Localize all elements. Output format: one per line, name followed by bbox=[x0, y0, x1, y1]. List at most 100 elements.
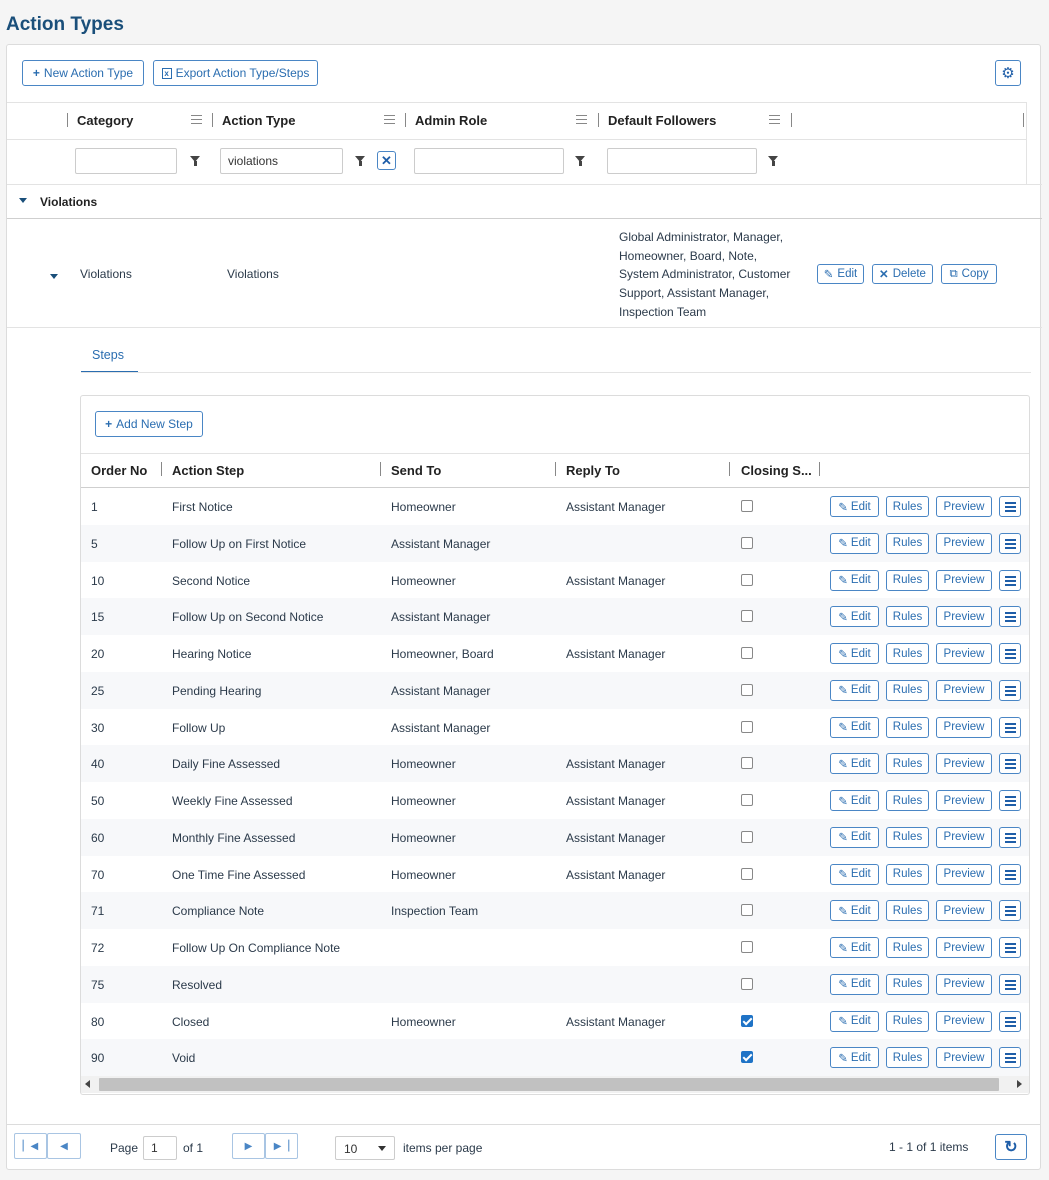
group-collapse-icon[interactable] bbox=[19, 198, 27, 203]
step-edit-button[interactable]: ✎ Edit bbox=[830, 643, 879, 664]
closing-step-checkbox[interactable] bbox=[741, 1051, 753, 1064]
step-rules-button[interactable]: Rules bbox=[886, 1010, 929, 1032]
closing-step-checkbox[interactable] bbox=[741, 757, 753, 770]
step-edit-button[interactable]: ✎ Edit bbox=[830, 937, 879, 958]
table-row[interactable]: 20 Hearing Notice Homeowner, Board Assistan… bbox=[81, 635, 1029, 672]
step-menu-button[interactable] bbox=[999, 826, 1021, 848]
step-rules-button[interactable]: Rules bbox=[886, 606, 929, 628]
step-preview-button[interactable]: Preview bbox=[936, 900, 992, 922]
tab-steps[interactable]: Steps bbox=[92, 348, 124, 362]
col-header-default-followers[interactable]: Default Followers bbox=[608, 113, 716, 128]
table-row[interactable]: 30 Follow Up Assistant Manager ✎ Edit Rules Pr… bbox=[81, 709, 1029, 746]
step-preview-button[interactable]: Preview bbox=[936, 606, 992, 628]
col-header-category[interactable]: Category bbox=[77, 113, 133, 128]
step-preview-button[interactable]: Preview bbox=[936, 937, 992, 958]
step-preview-button[interactable]: Preview bbox=[936, 679, 992, 701]
refresh-button[interactable]: ↻ bbox=[995, 1134, 1027, 1160]
table-row[interactable]: 25 Pending Hearing Assistant Manager ✎ Edit R… bbox=[81, 671, 1029, 709]
closing-step-checkbox[interactable] bbox=[741, 610, 753, 623]
table-row[interactable]: 72 Follow Up On Compliance Note ✎ Edit Rules… bbox=[81, 929, 1029, 966]
closing-step-checkbox[interactable] bbox=[741, 647, 753, 659]
col-header-admin-role[interactable]: Admin Role bbox=[415, 113, 487, 128]
action-type-filter-input[interactable] bbox=[220, 148, 343, 174]
scrollbar-thumb[interactable] bbox=[99, 1078, 999, 1091]
closing-step-checkbox[interactable] bbox=[741, 794, 753, 806]
followers-filter-input[interactable] bbox=[607, 148, 757, 174]
step-preview-button[interactable]: Preview bbox=[936, 863, 992, 885]
step-rules-button[interactable]: Rules bbox=[886, 1047, 929, 1069]
step-menu-button[interactable] bbox=[999, 753, 1021, 775]
step-edit-button[interactable]: ✎ Edit bbox=[830, 826, 879, 848]
step-rules-button[interactable]: Rules bbox=[886, 532, 929, 554]
step-preview-button[interactable]: Preview bbox=[936, 1010, 992, 1032]
col-header-send-to[interactable]: Send To bbox=[391, 463, 441, 478]
new-action-type-button[interactable]: + New Action Type bbox=[22, 60, 144, 86]
page-number-input[interactable] bbox=[143, 1136, 177, 1160]
step-edit-button[interactable]: ✎ Edit bbox=[830, 863, 879, 885]
table-row[interactable]: 10 Second Notice Homeowner Assistant Manage… bbox=[81, 562, 1029, 599]
table-row[interactable]: 90 Void ✎ Edit Rules Preview bbox=[81, 1039, 1029, 1077]
step-preview-button[interactable]: Preview bbox=[936, 790, 992, 811]
step-menu-button[interactable] bbox=[999, 937, 1021, 958]
edit-action-type-button[interactable]: ✎ Edit bbox=[817, 264, 864, 284]
closing-step-checkbox[interactable] bbox=[741, 683, 753, 696]
table-row[interactable]: 80 Closed Homeowner Assistant Manager ✎ Edit R… bbox=[81, 1003, 1029, 1040]
step-rules-button[interactable]: Rules bbox=[886, 863, 929, 885]
step-preview-button[interactable]: Preview bbox=[936, 753, 992, 775]
step-menu-button[interactable] bbox=[999, 643, 1021, 664]
action-type-column-menu-icon[interactable] bbox=[384, 115, 395, 124]
step-menu-button[interactable] bbox=[999, 569, 1021, 591]
admin-role-filter-input[interactable] bbox=[414, 148, 564, 174]
table-row[interactable]: 5 Follow Up on First Notice Assistant Mana… bbox=[81, 524, 1029, 562]
row-collapse-icon[interactable] bbox=[50, 274, 58, 279]
step-edit-button[interactable]: ✎ Edit bbox=[830, 606, 879, 628]
closing-step-checkbox[interactable] bbox=[741, 867, 753, 880]
step-menu-button[interactable] bbox=[999, 790, 1021, 811]
step-menu-button[interactable] bbox=[999, 716, 1021, 738]
step-rules-button[interactable]: Rules bbox=[886, 679, 929, 701]
horizontal-scrollbar[interactable] bbox=[81, 1076, 1029, 1093]
step-edit-button[interactable]: ✎ Edit bbox=[830, 973, 879, 995]
step-edit-button[interactable]: ✎ Edit bbox=[830, 753, 879, 775]
step-edit-button[interactable]: ✎ Edit bbox=[830, 569, 879, 591]
step-edit-button[interactable]: ✎ Edit bbox=[830, 790, 879, 811]
action-type-filter-icon[interactable] bbox=[355, 156, 365, 166]
step-rules-button[interactable]: Rules bbox=[886, 569, 929, 591]
closing-step-checkbox[interactable] bbox=[741, 977, 753, 990]
export-button[interactable]: x Export Action Type/Steps bbox=[153, 60, 318, 86]
followers-column-menu-icon[interactable] bbox=[769, 115, 780, 124]
table-row[interactable]: 1 First Notice Homeowner Assistant Manager ✎… bbox=[81, 488, 1029, 525]
category-filter-input[interactable] bbox=[75, 148, 177, 174]
step-rules-button[interactable]: Rules bbox=[886, 790, 929, 811]
closing-step-checkbox[interactable] bbox=[741, 830, 753, 843]
table-row[interactable]: 71 Compliance Note Inspection Team ✎ Edit Rul… bbox=[81, 892, 1029, 930]
step-rules-button[interactable]: Rules bbox=[886, 716, 929, 738]
step-preview-button[interactable]: Preview bbox=[936, 716, 992, 738]
first-page-button[interactable]: ▏◀ bbox=[14, 1133, 47, 1159]
step-preview-button[interactable]: Preview bbox=[936, 1047, 992, 1069]
table-row[interactable]: 15 Follow Up on Second Notice Assistant Ma… bbox=[81, 598, 1029, 636]
table-row[interactable]: 50 Weekly Fine Assessed Homeowner Assistant… bbox=[81, 782, 1029, 819]
admin-role-column-menu-icon[interactable] bbox=[576, 115, 587, 124]
step-preview-button[interactable]: Preview bbox=[936, 973, 992, 995]
closing-step-checkbox[interactable] bbox=[741, 573, 753, 586]
table-row[interactable]: 70 One Time Fine Assessed Homeowner Assista… bbox=[81, 856, 1029, 893]
step-edit-button[interactable]: ✎ Edit bbox=[830, 532, 879, 554]
step-rules-button[interactable]: Rules bbox=[886, 826, 929, 848]
col-header-order-no[interactable]: Order No bbox=[91, 463, 147, 478]
step-rules-button[interactable]: Rules bbox=[886, 900, 929, 922]
admin-role-filter-icon[interactable] bbox=[575, 156, 585, 166]
closing-step-checkbox[interactable] bbox=[741, 941, 753, 953]
step-menu-button[interactable] bbox=[999, 973, 1021, 995]
step-preview-button[interactable]: Preview bbox=[936, 643, 992, 664]
step-rules-button[interactable]: Rules bbox=[886, 973, 929, 995]
table-row[interactable]: 40 Daily Fine Assessed Homeowner Assistant … bbox=[81, 745, 1029, 783]
step-edit-button[interactable]: ✎ Edit bbox=[830, 716, 879, 738]
step-menu-button[interactable] bbox=[999, 1047, 1021, 1069]
category-filter-icon[interactable] bbox=[190, 156, 200, 166]
step-menu-button[interactable] bbox=[999, 900, 1021, 922]
step-edit-button[interactable]: ✎ Edit bbox=[830, 1047, 879, 1069]
clear-filter-button[interactable]: ✕ bbox=[377, 151, 396, 170]
step-edit-button[interactable]: ✎ Edit bbox=[830, 1010, 879, 1032]
col-header-action-type[interactable]: Action Type bbox=[222, 113, 295, 128]
